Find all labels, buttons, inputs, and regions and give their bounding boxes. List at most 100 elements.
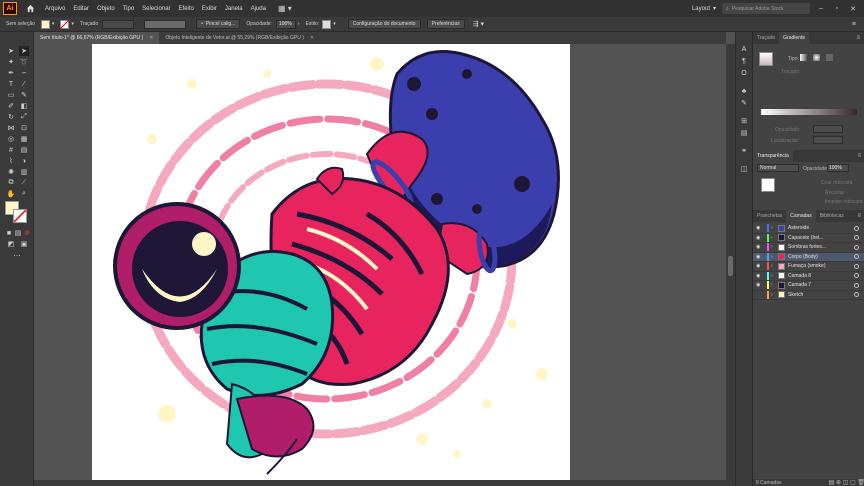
create-mask-button[interactable]: Criar máscara (821, 180, 852, 186)
eye-icon[interactable]: ◉ (756, 282, 764, 288)
layers-stack-icon[interactable]: ◫ (739, 164, 749, 174)
chevron-right-icon[interactable]: › (771, 225, 777, 231)
scroll-thumb[interactable] (728, 256, 733, 276)
menu-objeto[interactable]: Objeto (97, 6, 115, 12)
target-icon[interactable] (854, 235, 859, 241)
blend-mode-select[interactable]: Normal (757, 164, 799, 172)
character-icon[interactable]: A (739, 44, 749, 54)
artboard[interactable] (92, 44, 570, 480)
paragraph-icon[interactable]: ¶ (739, 56, 749, 66)
radial-gradient-icon[interactable] (813, 54, 820, 61)
eyedropper-icon[interactable]: ⌇ (6, 156, 16, 166)
transform-icon[interactable]: ⊞ (739, 116, 749, 126)
arrange-icon[interactable]: ⇶ ▾ (473, 20, 484, 28)
align-icon[interactable]: ▤ (739, 128, 749, 138)
layer-row[interactable]: ◉ › Capacete (hel... (753, 233, 864, 243)
brushes-icon[interactable]: ✎ (739, 98, 749, 108)
gradient-location-field[interactable] (813, 136, 843, 144)
pen-tool-icon[interactable]: ✒ (6, 68, 16, 78)
mask-thumbnail[interactable] (761, 178, 775, 192)
graph-tool-icon[interactable]: ▥ (19, 167, 29, 177)
shaper-tool-icon[interactable]: ✐ (6, 101, 16, 111)
lasso-icon[interactable]: ➰ (19, 57, 29, 67)
eraser-icon[interactable]: ◧ (19, 101, 29, 111)
magic-wand-icon[interactable]: ✦ (6, 57, 16, 67)
close-icon[interactable]: ✕ (310, 35, 314, 41)
fill-swatch[interactable] (40, 19, 50, 29)
layer-row[interactable]: ◉ › Camada 8 (753, 271, 864, 281)
type-tool-icon[interactable]: T (6, 79, 16, 89)
new-layer-icon[interactable]: ▤ ⊕ ◫ ▢ 🗑 (829, 479, 864, 486)
none-mode-icon[interactable]: ⊘ (22, 228, 32, 238)
chevron-down-icon[interactable]: ▾ (713, 5, 716, 12)
mesh-tool-icon[interactable]: # (6, 145, 16, 155)
layer-row[interactable]: ◉ › Asteroide (753, 224, 864, 234)
shape-builder-icon[interactable]: ◎ (6, 134, 16, 144)
clip-checkbox[interactable]: Recortar (825, 190, 844, 196)
stroke-weight-field[interactable] (102, 19, 135, 29)
more-tools-icon[interactable]: ⋯ (12, 251, 22, 261)
layer-row[interactable]: ◉ › Sketch (753, 290, 864, 300)
layer-row[interactable]: ◉ › Fumaça (smoke) (753, 262, 864, 272)
target-icon[interactable] (854, 225, 859, 231)
chevron-right-icon[interactable]: › (771, 235, 777, 241)
document-setup-button[interactable]: Configuração do documento (347, 19, 421, 29)
target-icon[interactable] (854, 263, 859, 269)
direct-selection-tool-icon[interactable]: ➤ (19, 46, 29, 56)
chevron-right-icon[interactable]: › (771, 292, 777, 298)
eye-icon[interactable]: ◉ (756, 225, 764, 231)
stroke-label[interactable]: Traçado (80, 21, 98, 27)
panel-menu-icon[interactable]: ≡ (857, 153, 861, 159)
rectangle-tool-icon[interactable]: ▭ (6, 90, 16, 100)
target-icon[interactable] (854, 244, 859, 250)
stroke-swatch[interactable] (60, 19, 70, 29)
chevron-down-icon[interactable]: ▾ (71, 21, 74, 27)
width-tool-icon[interactable]: ⋈ (6, 123, 16, 133)
screen-mode-icon[interactable]: ▣ (19, 239, 29, 249)
scale-tool-icon[interactable]: ⤢ (19, 112, 29, 122)
curvature-tool-icon[interactable]: ∽ (19, 68, 29, 78)
tab-gradient[interactable]: Gradiente (779, 32, 810, 44)
brush-definition-dropdown[interactable]: • Pincel calig... (196, 19, 241, 29)
minimize-icon[interactable]: – (816, 5, 826, 12)
tab-artboards[interactable]: Pranchetas (753, 210, 786, 222)
tab-stroke[interactable]: Traçado (753, 32, 779, 44)
tab-transparency[interactable]: Transparência (753, 150, 793, 162)
tab-layers[interactable]: Camadas (786, 210, 816, 222)
menu-ajuda[interactable]: Ajuda (251, 6, 266, 12)
rotate-tool-icon[interactable]: ↻ (6, 112, 16, 122)
chevron-down-icon[interactable]: ▾ (333, 21, 336, 27)
links-icon[interactable]: ⚭ (739, 146, 749, 156)
arrange-documents-icon[interactable]: ▦ ▾ (278, 4, 292, 13)
panel-menu-icon[interactable]: ≡ (857, 213, 861, 219)
stock-search-input[interactable]: ⌕ Pesquisar Adobe Stock (722, 3, 810, 14)
layer-row[interactable]: ◉ › Sombras fortes... (753, 243, 864, 253)
eye-icon[interactable]: ◉ (756, 263, 764, 269)
workspace-switcher[interactable]: Layout (692, 6, 710, 12)
menu-tipo[interactable]: Tipo (123, 6, 134, 12)
tab-libraries[interactable]: Bibliotecas (816, 210, 848, 222)
graphic-style-swatch[interactable] (322, 19, 332, 29)
hand-tool-icon[interactable]: ✋ (6, 189, 16, 199)
slice-tool-icon[interactable]: ⟋ (19, 178, 29, 188)
zoom-tool-icon[interactable]: ⌕ (19, 189, 29, 199)
swatches-icon[interactable]: ♣ (739, 86, 749, 96)
invert-mask-checkbox[interactable]: Inverter máscara (825, 199, 863, 205)
artboard-tool-icon[interactable]: ⧉ (6, 178, 16, 188)
preferences-button[interactable]: Preferências (426, 19, 465, 29)
perspective-grid-icon[interactable]: ▦ (19, 134, 29, 144)
vertical-scrollbar[interactable] (726, 44, 735, 480)
menu-editar[interactable]: Editar (73, 6, 89, 12)
freeform-gradient-icon[interactable] (826, 54, 833, 61)
chevron-right-icon[interactable]: › (771, 282, 777, 288)
linear-gradient-icon[interactable] (800, 54, 807, 61)
stroke-color-swatch[interactable] (13, 209, 27, 223)
menu-efeito[interactable]: Efeito (179, 6, 194, 12)
panel-menu-icon[interactable]: ≡ (852, 21, 856, 28)
opacity-field[interactable]: 100% (275, 19, 296, 29)
gradient-opacity-field[interactable] (813, 125, 843, 133)
opentype-icon[interactable]: O (739, 68, 749, 78)
chevron-right-icon[interactable]: › (771, 273, 777, 279)
menu-exibir[interactable]: Exibir (202, 6, 217, 12)
eye-icon[interactable]: ◉ (756, 235, 764, 241)
